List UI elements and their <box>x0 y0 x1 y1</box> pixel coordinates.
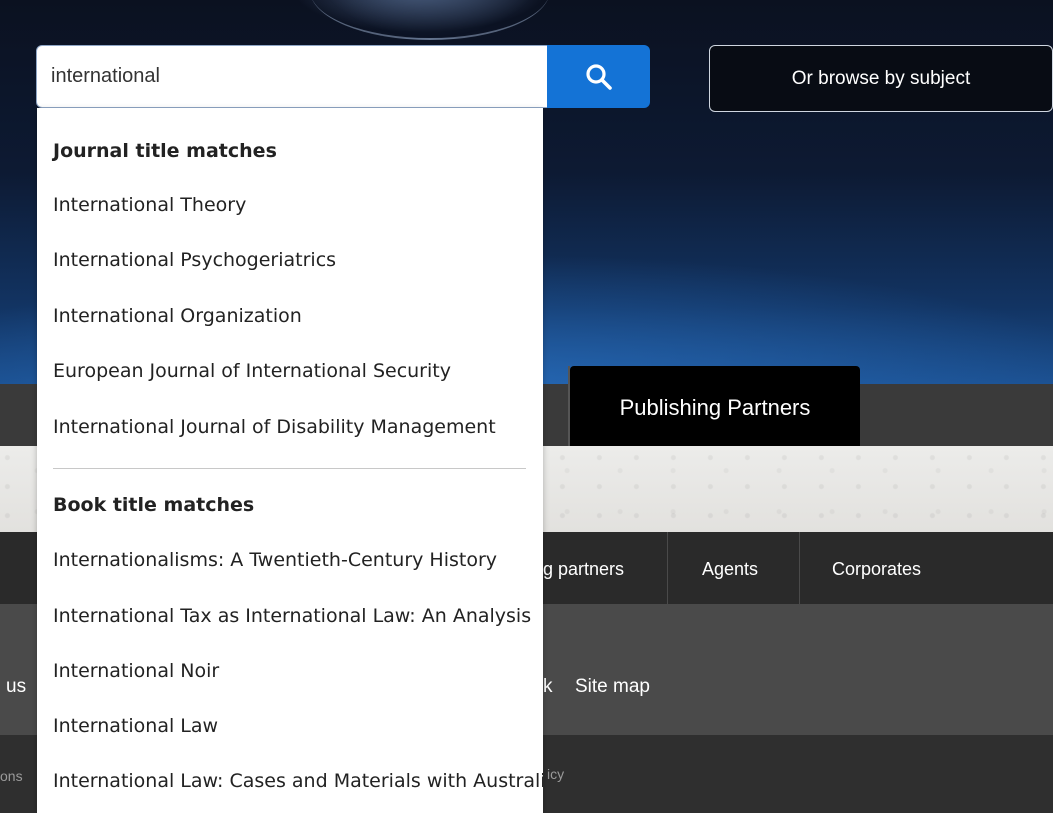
subnav-divider <box>667 532 668 604</box>
suggestion-item[interactable]: International Law <box>53 715 218 737</box>
suggestion-item[interactable]: Internationalisms: A Twentieth-Century H… <box>53 549 497 571</box>
book-matches-heading: Book title matches <box>53 494 255 516</box>
subnav-partners-link[interactable]: g partners <box>543 532 624 604</box>
suggestion-item[interactable]: International Law: Cases and Materials w… <box>53 770 543 792</box>
suggestion-item[interactable]: International Journal of Disability Mana… <box>53 416 496 438</box>
journal-matches-heading: Journal title matches <box>53 140 277 162</box>
footer-policy-link[interactable]: icy <box>547 766 564 782</box>
search-suggestions-dropdown: Journal title matches International Theo… <box>37 108 543 813</box>
suggestion-item[interactable]: International Organization <box>53 305 302 327</box>
search-button[interactable] <box>547 45 650 108</box>
subnav-agents-link[interactable]: Agents <box>702 532 758 604</box>
dropdown-divider <box>53 468 526 469</box>
search-icon <box>586 64 612 90</box>
browse-by-subject-button[interactable]: Or browse by subject <box>709 45 1053 112</box>
footer-link-site-map[interactable]: Site map <box>575 676 650 698</box>
tab-publishing-partners[interactable]: Publishing Partners <box>570 366 860 446</box>
search-input[interactable]: international <box>36 45 548 108</box>
footer-link-partial[interactable]: k <box>543 676 553 698</box>
suggestion-item[interactable]: International Theory <box>53 194 246 216</box>
footer-link-contact[interactable]: us <box>6 676 26 698</box>
footer-legal-link[interactable]: ons <box>0 768 23 784</box>
subnav-divider <box>799 532 800 604</box>
suggestion-item[interactable]: European Journal of International Securi… <box>53 360 451 382</box>
suggestion-item[interactable]: International Tax as International Law: … <box>53 605 531 627</box>
suggestion-item[interactable]: International Psychogeriatrics <box>53 249 336 271</box>
subnav-corporates-link[interactable]: Corporates <box>832 532 921 604</box>
suggestion-item[interactable]: International Noir <box>53 660 219 682</box>
